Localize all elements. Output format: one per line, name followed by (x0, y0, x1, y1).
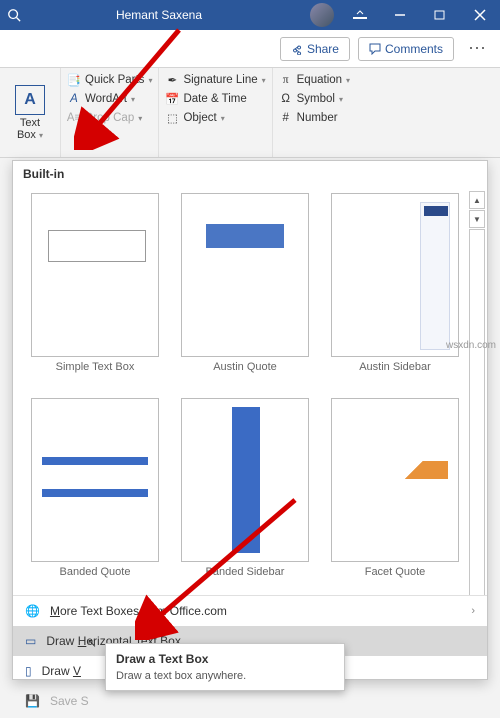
tooltip-body: Draw a text box anywhere. (116, 670, 334, 682)
dropcap-icon: A≡ (67, 111, 81, 125)
save-icon: 💾 (25, 694, 40, 708)
share-button[interactable]: Share (280, 37, 350, 61)
thumb-label: Banded Sidebar (206, 566, 285, 578)
textbox-label-2: Box ▾ (17, 129, 43, 141)
quickparts-icon: 📑 (67, 73, 81, 87)
scroll-up-button[interactable]: ▲ (469, 191, 485, 209)
gallery-scroll: ▲ ▼ (469, 191, 485, 595)
ribbon-options-icon[interactable] (340, 0, 380, 30)
comment-icon (369, 43, 381, 55)
symbol-icon: Ω (279, 92, 293, 106)
title-bar: Hemant Saxena (0, 0, 500, 30)
overflow-menu[interactable]: ⋯ (462, 38, 492, 59)
ribbon: A Text Box ▾ 📑Quick Parts ▾ AWordArt ▾ A… (0, 68, 500, 158)
gallery-item[interactable]: Banded Sidebar (177, 398, 313, 589)
watermark: wsxdn.com (446, 340, 496, 351)
equation-button[interactable]: πEquation ▾ (279, 72, 350, 88)
scroll-down-button[interactable]: ▼ (469, 210, 485, 228)
textbox-gallery: Built-in Simple Text Box Austin Quote Au… (12, 160, 488, 680)
comments-button[interactable]: Comments (358, 37, 454, 61)
minimize-button[interactable] (380, 0, 420, 30)
chevron-right-icon: › (471, 605, 475, 617)
close-button[interactable] (460, 0, 500, 30)
share-label: Share (307, 42, 339, 56)
symbols-group: πEquation ▾ ΩSymbol ▾ #Number (273, 68, 356, 157)
cursor-icon: ↖ (87, 636, 97, 650)
text-box-button[interactable]: A Text Box ▾ (6, 72, 54, 153)
signature-icon: ✒ (165, 73, 179, 87)
textbox-icon: ▭ (25, 634, 36, 648)
dropcap-button[interactable]: A≡Drop Cap ▾ (67, 110, 152, 126)
maximize-button[interactable] (420, 0, 460, 30)
gallery-item[interactable]: Simple Text Box (27, 193, 163, 384)
symbol-button[interactable]: ΩSymbol ▾ (279, 91, 350, 107)
object-icon: ⬚ (165, 111, 179, 125)
globe-icon: 🌐 (25, 604, 40, 618)
object-label: Object (183, 112, 216, 124)
datetime-label: Date & Time (183, 93, 246, 105)
thumb-label: Banded Quote (60, 566, 131, 578)
thumb-simple (31, 193, 159, 357)
number-button[interactable]: # Number (279, 110, 350, 126)
number-icon: # (279, 111, 293, 125)
quickparts-label: Quick Parts (85, 74, 144, 86)
more-label: MMore Text Boxes from Office.comore Text… (50, 604, 227, 618)
gallery-thumbs: Simple Text Box Austin Quote Austin Side… (13, 187, 487, 595)
equation-icon: π (279, 73, 293, 87)
thumb-austin-sidebar (331, 193, 459, 357)
tooltip: Draw a Text Box Draw a text box anywhere… (105, 643, 345, 691)
object-button[interactable]: ⬚Object ▾ (165, 110, 265, 126)
save-label: Save S (50, 694, 89, 708)
gallery-item[interactable]: Austin Sidebar (327, 193, 463, 384)
gallery-item[interactable]: Facet Quote (327, 398, 463, 589)
thumb-facet-quote (331, 398, 459, 562)
wordart-label: WordArt (85, 93, 127, 105)
text-box-icon: A (15, 85, 45, 115)
share-icon (291, 43, 303, 55)
wordart-icon: A (67, 92, 81, 106)
drawv-label: Draw V (42, 664, 81, 678)
textbox-label-1: Text (20, 117, 40, 129)
scroll-track[interactable] (469, 229, 485, 595)
vertical-textbox-icon: ▯ (25, 664, 32, 678)
user-name: Hemant Saxena (28, 8, 310, 22)
text-group: 📑Quick Parts ▾ AWordArt ▾ A≡Drop Cap ▾ (61, 68, 159, 157)
number-label: Number (297, 112, 338, 124)
share-row: Share Comments ⋯ (0, 30, 500, 68)
more-textboxes-item[interactable]: 🌐 MMore Text Boxes from Office.comore Te… (13, 596, 487, 626)
comments-label: Comments (385, 42, 443, 56)
insert-group: ✒Signature Line ▾ 📅Date & Time ⬚Object ▾ (159, 68, 272, 157)
avatar[interactable] (310, 3, 334, 27)
symbol-label: Symbol (297, 93, 335, 105)
wordart-button[interactable]: AWordArt ▾ (67, 91, 152, 107)
datetime-button[interactable]: 📅 Date & Time (165, 91, 265, 107)
thumb-label: Facet Quote (365, 566, 426, 578)
signature-label: Signature Line (183, 74, 257, 86)
gallery-item[interactable]: Austin Quote (177, 193, 313, 384)
signature-button[interactable]: ✒Signature Line ▾ (165, 72, 265, 88)
thumb-label: Austin Sidebar (359, 361, 431, 373)
gallery-item[interactable]: Banded Quote (27, 398, 163, 589)
calendar-icon: 📅 (165, 92, 179, 106)
equation-label: Equation (297, 74, 342, 86)
thumb-banded-quote (31, 398, 159, 562)
thumb-label: Simple Text Box (56, 361, 135, 373)
textbox-group: A Text Box ▾ (0, 68, 61, 157)
dropcap-label: Drop Cap (85, 112, 134, 124)
quick-parts-button[interactable]: 📑Quick Parts ▾ (67, 72, 152, 88)
thumb-austin-quote (181, 193, 309, 357)
thumb-label: Austin Quote (213, 361, 277, 373)
search-icon[interactable] (0, 8, 28, 22)
tooltip-title: Draw a Text Box (116, 652, 334, 666)
gallery-header: Built-in (13, 161, 487, 187)
thumb-banded-sidebar (181, 398, 309, 562)
